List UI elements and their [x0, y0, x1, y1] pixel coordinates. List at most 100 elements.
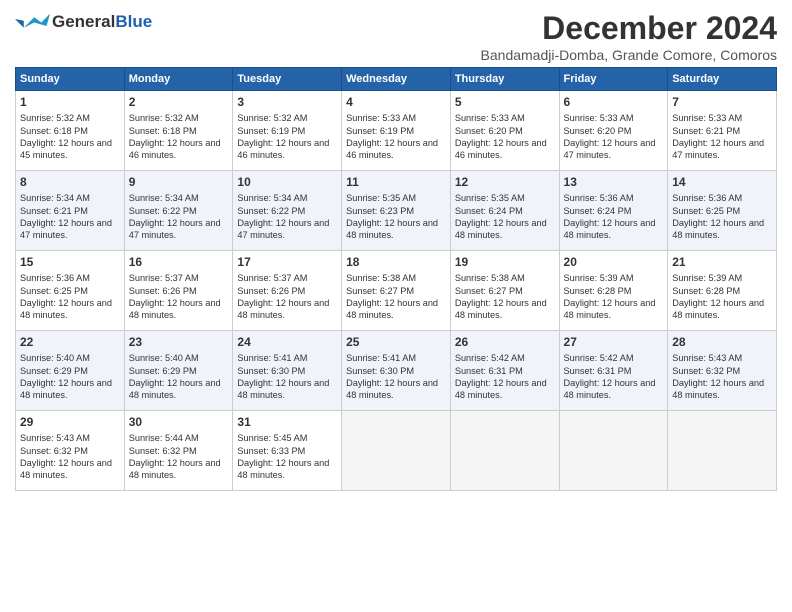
day-number: 13: [564, 174, 664, 190]
table-row: 1 Sunrise: 5:32 AMSunset: 6:18 PMDaylight…: [16, 91, 125, 171]
calendar: Sunday Monday Tuesday Wednesday Thursday…: [15, 67, 777, 491]
day-info: Sunrise: 5:44 AMSunset: 6:32 PMDaylight:…: [129, 432, 229, 482]
logo-blue: Blue: [115, 12, 152, 31]
day-number: 17: [237, 254, 337, 270]
day-number: 18: [346, 254, 446, 270]
day-number: 10: [237, 174, 337, 190]
day-info: Sunrise: 5:37 AMSunset: 6:26 PMDaylight:…: [129, 272, 229, 322]
table-row: 14 Sunrise: 5:36 AMSunset: 6:25 PMDayligh…: [668, 171, 777, 251]
table-row: 3Sunrise: 5:32 AMSunset: 6:19 PMDaylight…: [233, 91, 342, 171]
table-row: 22 Sunrise: 5:40 AMSunset: 6:29 PMDayligh…: [16, 331, 125, 411]
day-info: Sunrise: 5:39 AMSunset: 6:28 PMDaylight:…: [564, 272, 664, 322]
day-number: 22: [20, 334, 120, 350]
calendar-week-row: 22 Sunrise: 5:40 AMSunset: 6:29 PMDayligh…: [16, 331, 777, 411]
day-number: 1: [20, 94, 120, 110]
day-info: Sunrise: 5:36 AMSunset: 6:25 PMDaylight:…: [672, 192, 772, 242]
table-row: 27 Sunrise: 5:42 AMSunset: 6:31 PMDayligh…: [559, 331, 668, 411]
day-info: Sunrise: 5:33 AMSunset: 6:20 PMDaylight:…: [455, 112, 555, 162]
header: GeneralBlue December 2024 Bandamadji-Dom…: [15, 10, 777, 63]
table-row: 16 Sunrise: 5:37 AMSunset: 6:26 PMDayligh…: [124, 251, 233, 331]
day-number: 19: [455, 254, 555, 270]
calendar-week-row: 1 Sunrise: 5:32 AMSunset: 6:18 PMDaylight…: [16, 91, 777, 171]
day-number: 6: [564, 94, 664, 110]
day-info: Sunrise: 5:39 AMSunset: 6:28 PMDaylight:…: [672, 272, 772, 322]
day-number: 21: [672, 254, 772, 270]
logo: GeneralBlue: [15, 10, 152, 35]
day-info: Sunrise: 5:41 AMSunset: 6:30 PMDaylight:…: [237, 352, 337, 402]
col-thursday: Thursday: [450, 68, 559, 91]
day-info: Sunrise: 5:35 AMSunset: 6:23 PMDaylight:…: [346, 192, 446, 242]
table-row: 31 Sunrise: 5:45 AMSunset: 6:33 PMDayligh…: [233, 411, 342, 491]
table-row: 11Sunrise: 5:35 AMSunset: 6:23 PMDayligh…: [342, 171, 451, 251]
day-info: Sunrise: 5:32 AMSunset: 6:19 PMDaylight:…: [237, 112, 337, 162]
day-info: Sunrise: 5:32 AMSunset: 6:18 PMDaylight:…: [20, 112, 120, 162]
day-info: Sunrise: 5:40 AMSunset: 6:29 PMDaylight:…: [20, 352, 120, 402]
day-info: Sunrise: 5:42 AMSunset: 6:31 PMDaylight:…: [564, 352, 664, 402]
table-row: 28 Sunrise: 5:43 AMSunset: 6:32 PMDayligh…: [668, 331, 777, 411]
table-row: 21 Sunrise: 5:39 AMSunset: 6:28 PMDayligh…: [668, 251, 777, 331]
day-number: 26: [455, 334, 555, 350]
table-row: [342, 411, 451, 491]
table-row: 24 Sunrise: 5:41 AMSunset: 6:30 PMDayligh…: [233, 331, 342, 411]
table-row: 18 Sunrise: 5:38 AMSunset: 6:27 PMDayligh…: [342, 251, 451, 331]
day-info: Sunrise: 5:34 AMSunset: 6:22 PMDaylight:…: [129, 192, 229, 242]
table-row: 4 Sunrise: 5:33 AMSunset: 6:19 PMDaylight…: [342, 91, 451, 171]
table-row: 15Sunrise: 5:36 AMSunset: 6:25 PMDayligh…: [16, 251, 125, 331]
col-saturday: Saturday: [668, 68, 777, 91]
logo-general: General: [52, 12, 115, 31]
table-row: 5 Sunrise: 5:33 AMSunset: 6:20 PMDaylight…: [450, 91, 559, 171]
day-info: Sunrise: 5:33 AMSunset: 6:21 PMDaylight:…: [672, 112, 772, 162]
day-info: Sunrise: 5:43 AMSunset: 6:32 PMDaylight:…: [20, 432, 120, 482]
day-info: Sunrise: 5:38 AMSunset: 6:27 PMDaylight:…: [455, 272, 555, 322]
day-info: Sunrise: 5:33 AMSunset: 6:19 PMDaylight:…: [346, 112, 446, 162]
day-number: 29: [20, 414, 120, 430]
calendar-week-row: 8Sunrise: 5:34 AMSunset: 6:21 PMDaylight…: [16, 171, 777, 251]
day-info: Sunrise: 5:45 AMSunset: 6:33 PMDaylight:…: [237, 432, 337, 482]
table-row: [559, 411, 668, 491]
col-sunday: Sunday: [16, 68, 125, 91]
day-number: 23: [129, 334, 229, 350]
calendar-week-row: 15Sunrise: 5:36 AMSunset: 6:25 PMDayligh…: [16, 251, 777, 331]
day-info: Sunrise: 5:38 AMSunset: 6:27 PMDaylight:…: [346, 272, 446, 322]
page: GeneralBlue December 2024 Bandamadji-Dom…: [0, 0, 792, 612]
main-title: December 2024: [481, 10, 777, 47]
day-info: Sunrise: 5:33 AMSunset: 6:20 PMDaylight:…: [564, 112, 664, 162]
day-info: Sunrise: 5:40 AMSunset: 6:29 PMDaylight:…: [129, 352, 229, 402]
day-info: Sunrise: 5:32 AMSunset: 6:18 PMDaylight:…: [129, 112, 229, 162]
table-row: 8Sunrise: 5:34 AMSunset: 6:21 PMDaylight…: [16, 171, 125, 251]
day-number: 16: [129, 254, 229, 270]
table-row: 29 Sunrise: 5:43 AMSunset: 6:32 PMDayligh…: [16, 411, 125, 491]
day-number: 24: [237, 334, 337, 350]
day-number: 2: [129, 94, 229, 110]
table-row: 30Sunrise: 5:44 AMSunset: 6:32 PMDayligh…: [124, 411, 233, 491]
table-row: 23 Sunrise: 5:40 AMSunset: 6:29 PMDayligh…: [124, 331, 233, 411]
table-row: [450, 411, 559, 491]
col-wednesday: Wednesday: [342, 68, 451, 91]
table-row: 26 Sunrise: 5:42 AMSunset: 6:31 PMDayligh…: [450, 331, 559, 411]
table-row: 13 Sunrise: 5:36 AMSunset: 6:24 PMDayligh…: [559, 171, 668, 251]
day-info: Sunrise: 5:34 AMSunset: 6:21 PMDaylight:…: [20, 192, 120, 242]
day-info: Sunrise: 5:36 AMSunset: 6:24 PMDaylight:…: [564, 192, 664, 242]
day-info: Sunrise: 5:42 AMSunset: 6:31 PMDaylight:…: [455, 352, 555, 402]
subtitle: Bandamadji-Domba, Grande Comore, Comoros: [481, 47, 777, 63]
day-info: Sunrise: 5:43 AMSunset: 6:32 PMDaylight:…: [672, 352, 772, 402]
day-info: Sunrise: 5:35 AMSunset: 6:24 PMDaylight:…: [455, 192, 555, 242]
day-info: Sunrise: 5:34 AMSunset: 6:22 PMDaylight:…: [237, 192, 337, 242]
day-number: 20: [564, 254, 664, 270]
day-number: 5: [455, 94, 555, 110]
day-number: 27: [564, 334, 664, 350]
col-friday: Friday: [559, 68, 668, 91]
day-info: Sunrise: 5:36 AMSunset: 6:25 PMDaylight:…: [20, 272, 120, 322]
table-row: 17 Sunrise: 5:37 AMSunset: 6:26 PMDayligh…: [233, 251, 342, 331]
table-row: 12Sunrise: 5:35 AMSunset: 6:24 PMDayligh…: [450, 171, 559, 251]
day-number: 14: [672, 174, 772, 190]
day-number: 4: [346, 94, 446, 110]
table-row: 20 Sunrise: 5:39 AMSunset: 6:28 PMDayligh…: [559, 251, 668, 331]
title-section: December 2024 Bandamadji-Domba, Grande C…: [481, 10, 777, 63]
day-number: 28: [672, 334, 772, 350]
logo-text: GeneralBlue: [52, 13, 152, 32]
table-row: 2 Sunrise: 5:32 AMSunset: 6:18 PMDaylight…: [124, 91, 233, 171]
day-number: 31: [237, 414, 337, 430]
day-info: Sunrise: 5:37 AMSunset: 6:26 PMDaylight:…: [237, 272, 337, 322]
col-tuesday: Tuesday: [233, 68, 342, 91]
